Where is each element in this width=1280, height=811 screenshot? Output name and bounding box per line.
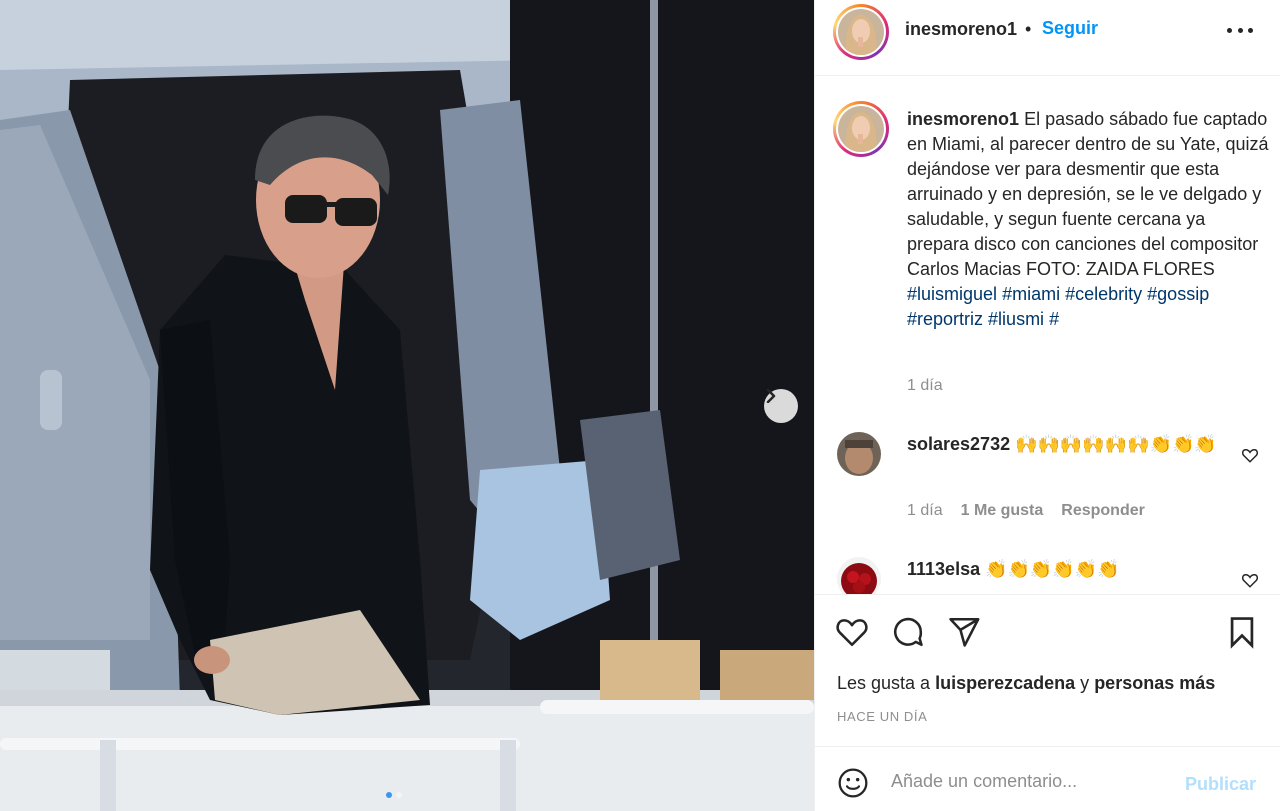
hashtag-link[interactable]: #reportriz — [907, 309, 983, 329]
carousel-dot — [396, 792, 402, 798]
hashtag-link[interactable]: # — [1049, 309, 1059, 329]
caption-timestamp[interactable]: 1 día — [907, 377, 943, 395]
comment-text: 1113elsa 👏👏👏👏👏👏 — [907, 557, 1217, 582]
hashtag-link[interactable]: #miami — [1002, 284, 1060, 304]
separator-dot: • — [1025, 19, 1032, 39]
carousel-dot-active — [386, 792, 392, 798]
comment-like-heart-icon[interactable] — [1241, 571, 1259, 589]
reply-button[interactable]: Responder — [1061, 502, 1145, 520]
comment-meta: 1 día 1 Me gusta Responder — [907, 502, 1163, 520]
author-avatar[interactable] — [833, 4, 889, 60]
comment-text: solares2732 🙌🙌🙌🙌🙌🙌👏👏👏 — [907, 432, 1217, 457]
bookmark-icon[interactable] — [1225, 615, 1259, 649]
likes-user-link[interactable]: luisperezcadena — [935, 673, 1075, 693]
post-header: inesmoreno1 • Seguir — [815, 0, 1280, 76]
paper-plane-icon[interactable] — [947, 615, 981, 649]
smiley-icon[interactable] — [837, 767, 869, 799]
caption-body: El pasado sábado fue captado en Miami, a… — [907, 109, 1269, 279]
commenter-username[interactable]: 1113elsa — [907, 559, 980, 579]
commenter-username[interactable]: solares2732 — [907, 434, 1010, 454]
caption-avatar[interactable] — [833, 101, 889, 157]
yacht-photo-illustration — [0, 0, 814, 811]
comments-scroll-area[interactable]: inesmoreno1 El pasado sábado fue captado… — [815, 77, 1280, 594]
author-avatar-image — [838, 9, 884, 55]
likes-others-link[interactable]: personas más — [1094, 673, 1215, 693]
comment-body: 👏👏👏👏👏👏 — [985, 559, 1120, 579]
likes-summary: Les gusta a luisperezcadena y personas m… — [837, 673, 1215, 694]
caption-avatar-image — [838, 106, 884, 152]
hashtag-link[interactable]: #gossip — [1147, 284, 1209, 304]
commenter-avatar[interactable] — [837, 557, 881, 594]
comment-timestamp[interactable]: 1 día — [907, 502, 943, 520]
post-actions: Les gusta a luisperezcadena y personas m… — [815, 594, 1280, 746]
carousel-indicator — [386, 792, 402, 798]
more-options-icon[interactable] — [1227, 28, 1253, 36]
commenter-avatar[interactable] — [837, 432, 881, 476]
publish-button[interactable]: Publicar — [1185, 774, 1256, 795]
likes-conj: y — [1080, 673, 1090, 693]
caption-hashtags: #luismiguel #miami #celebrity #gossip #r… — [907, 284, 1209, 329]
post-photo[interactable] — [0, 0, 814, 811]
commenter-avatar-image — [837, 432, 881, 476]
post-sidebar: inesmoreno1 • Seguir inesmoreno1 El pasa… — [814, 0, 1280, 811]
chevron-right-icon — [766, 389, 776, 403]
hashtag-link[interactable]: #luismiguel — [907, 284, 997, 304]
hashtag-link[interactable]: #celebrity — [1065, 284, 1142, 304]
author-username[interactable]: inesmoreno1 — [905, 19, 1017, 40]
comment-input[interactable] — [891, 761, 1171, 801]
comment-body: 🙌🙌🙌🙌🙌🙌👏👏👏 — [1015, 434, 1217, 454]
commenter-avatar-image — [837, 557, 881, 594]
caption-username[interactable]: inesmoreno1 — [907, 109, 1019, 129]
heart-icon[interactable] — [835, 615, 869, 649]
comment-like-count[interactable]: 1 Me gusta — [961, 502, 1044, 520]
follow-button[interactable]: Seguir — [1042, 18, 1098, 39]
next-slide-button[interactable] — [764, 389, 798, 423]
add-comment-bar: Publicar — [815, 746, 1280, 811]
caption-text: inesmoreno1 El pasado sábado fue captado… — [907, 107, 1269, 332]
post-timestamp[interactable]: HACE UN DÍA — [837, 709, 927, 724]
comment-bubble-icon[interactable] — [891, 615, 925, 649]
hashtag-link[interactable]: #liusmi — [988, 309, 1044, 329]
likes-prefix: Les gusta a — [837, 673, 931, 693]
comment-like-heart-icon[interactable] — [1241, 446, 1259, 464]
